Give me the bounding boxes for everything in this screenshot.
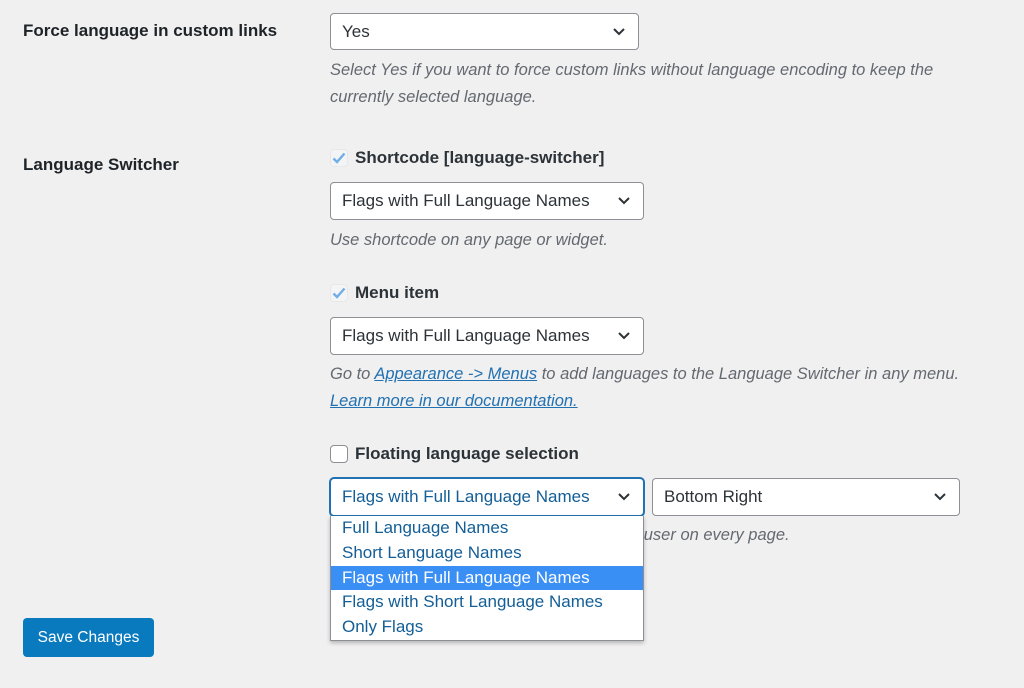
floating-checkbox[interactable] [330, 445, 348, 463]
floating-description: e user on every page. [630, 522, 790, 549]
dropdown-option[interactable]: Only Flags [331, 615, 643, 640]
checkmark-icon [332, 287, 346, 299]
dropdown-option[interactable]: Flags with Short Language Names [331, 590, 643, 615]
menu-item-checkbox-label: Menu item [355, 283, 440, 302]
floating-checkbox-row[interactable]: Floating language selection [330, 444, 579, 464]
shortcode-checkbox[interactable] [330, 149, 348, 167]
menu-item-description-suffix: to add languages to the Language Switche… [537, 365, 960, 383]
menu-item-style-value: Flags with Full Language Names [342, 326, 590, 345]
menu-item-style-select[interactable]: Flags with Full Language Names [330, 317, 644, 355]
shortcode-style-value: Flags with Full Language Names [342, 191, 590, 210]
dropdown-option[interactable]: Full Language Names [331, 516, 643, 541]
menu-item-description: Go to Appearance -> Menus to add languag… [330, 361, 1020, 415]
dropdown-option-selected[interactable]: Flags with Full Language Names [331, 565, 643, 591]
shortcode-checkbox-row[interactable]: Shortcode [language-switcher] [330, 148, 604, 168]
chevron-down-icon [605, 318, 643, 354]
menu-item-checkbox-row[interactable]: Menu item [330, 283, 439, 303]
shortcode-description: Use shortcode on any page or widget. [330, 231, 608, 249]
appearance-menus-link[interactable]: Appearance -> Menus [374, 365, 537, 383]
chevron-down-icon [921, 479, 959, 515]
documentation-link[interactable]: Learn more in our documentation. [330, 392, 578, 410]
chevron-down-icon [600, 14, 638, 49]
force-language-select[interactable]: Yes [330, 13, 639, 50]
floating-position-value: Bottom Right [664, 487, 763, 506]
force-language-description: Select Yes if you want to force custom l… [330, 61, 934, 106]
force-language-label: Force language in custom links [23, 21, 278, 40]
dropdown-option[interactable]: Short Language Names [331, 541, 643, 566]
floating-style-dropdown-list[interactable]: Full Language Names Short Language Names… [330, 516, 644, 641]
floating-checkbox-label: Floating language selection [355, 444, 579, 463]
floating-position-select[interactable]: Bottom Right [652, 478, 960, 516]
floating-style-value: Flags with Full Language Names [342, 487, 590, 506]
chevron-down-icon [605, 183, 643, 219]
save-changes-button[interactable]: Save Changes [23, 618, 154, 657]
language-switcher-label: Language Switcher [23, 155, 179, 174]
menu-item-description-prefix: Go to [330, 365, 375, 383]
shortcode-checkbox-label: Shortcode [language-switcher] [355, 148, 605, 167]
menu-item-checkbox[interactable] [330, 284, 348, 302]
floating-style-select[interactable]: Flags with Full Language Names [330, 478, 644, 516]
shortcode-style-select[interactable]: Flags with Full Language Names [330, 182, 644, 220]
force-language-select-value: Yes [342, 21, 370, 41]
checkmark-icon [332, 152, 346, 164]
chevron-down-icon [605, 479, 643, 515]
